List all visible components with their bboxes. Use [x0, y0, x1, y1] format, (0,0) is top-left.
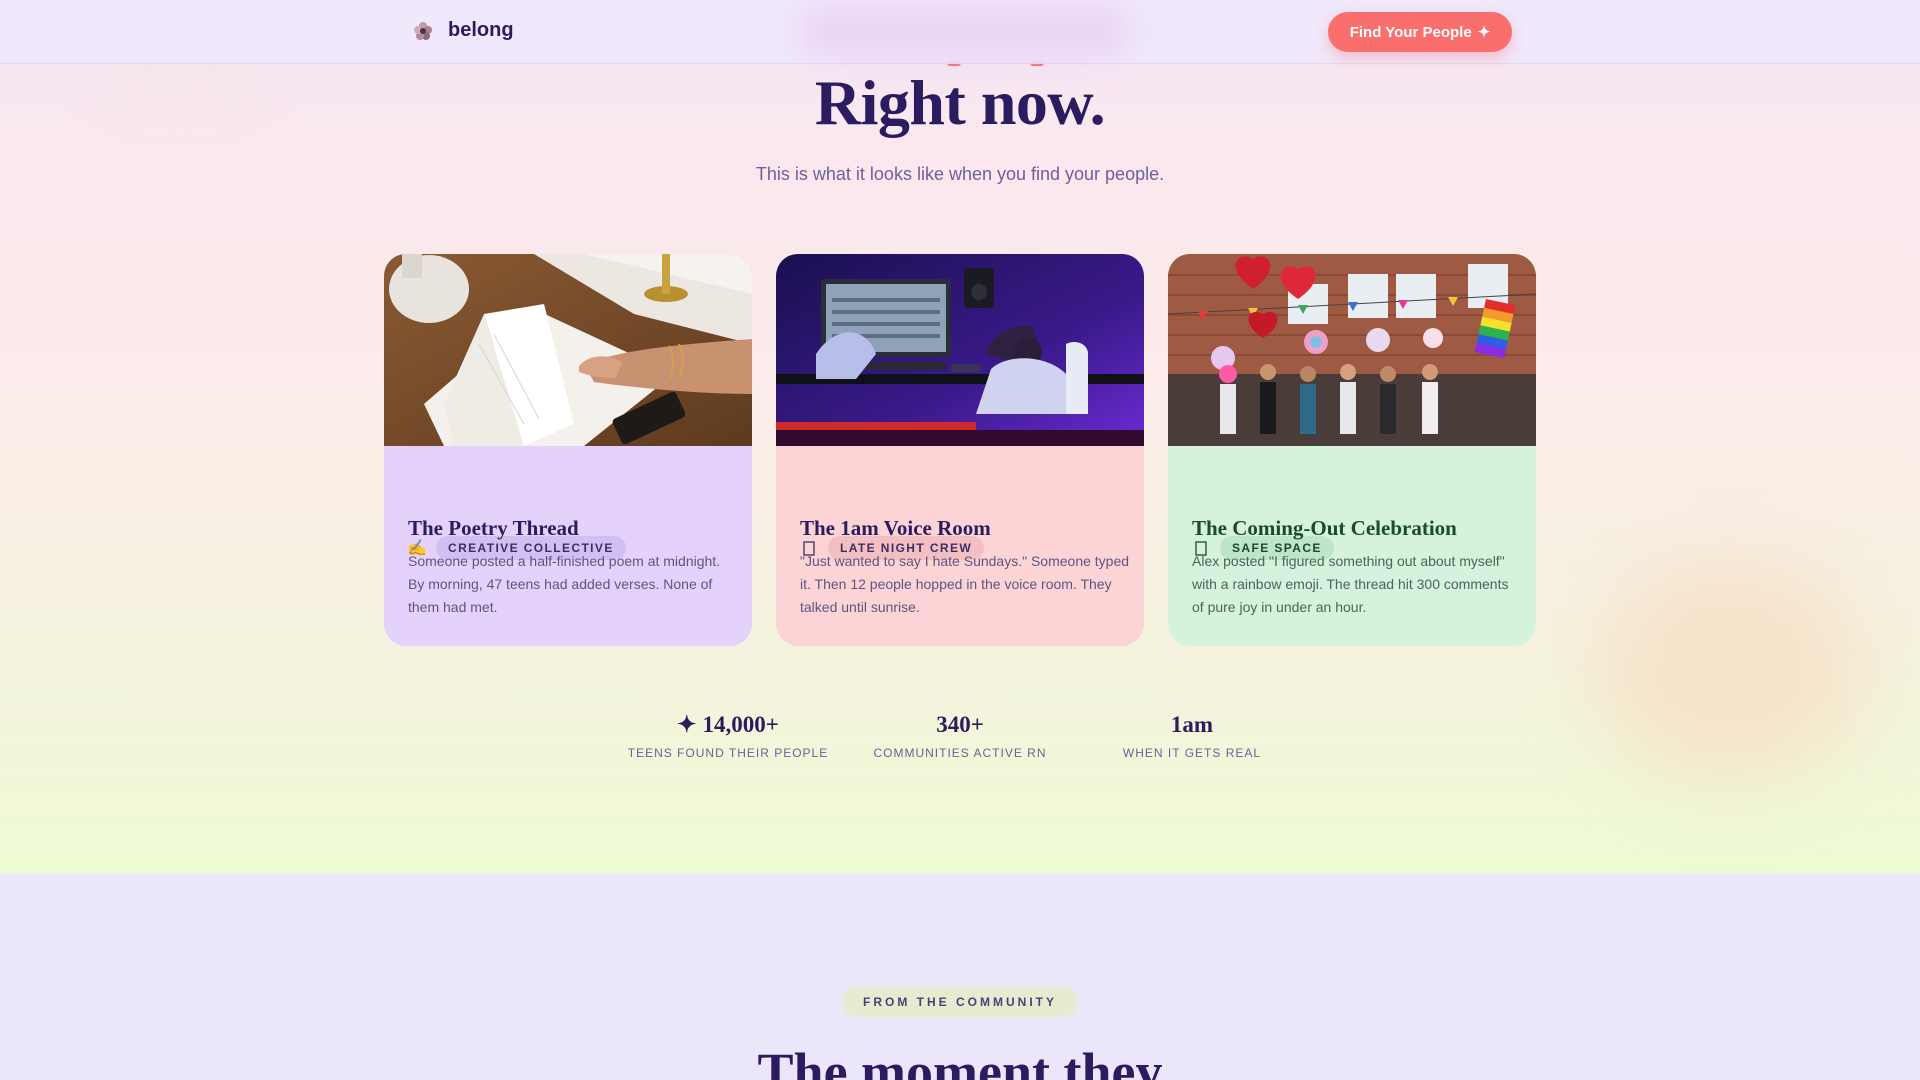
card-description: Someone posted a half-finished poem at m… — [408, 553, 721, 615]
stat-number: 14,000+ — [702, 712, 779, 737]
stat-value: 1am — [1082, 712, 1302, 738]
hero-subtitle: This is what it looks like when you find… — [755, 164, 1165, 184]
stat-number: 1am — [1170, 712, 1214, 737]
decorative-glow — [800, 6, 1130, 58]
hero-title: Right now. — [814, 67, 1106, 138]
story-card-voice-room[interactable]: LATE NIGHT CREW The 1am Voice Room "Just… — [776, 254, 1144, 646]
card-photo-pride-parade — [1168, 254, 1536, 446]
decorative-glow — [1600, 560, 1860, 780]
stat-label: COMMUNITIES ACTIVE RN — [873, 746, 1047, 760]
section-eyebrow-badge: FROM THE COMMUNITY — [842, 987, 1078, 1017]
stat-teens-found: ✦ 14,000+ TEENS FOUND THEIR PEOPLE — [618, 712, 838, 760]
story-card-poetry-thread[interactable]: ✍ CREATIVE COLLECTIVE The Poetry Thread … — [384, 254, 752, 646]
stat-number: 340+ — [936, 712, 984, 737]
stat-communities-active: 340+ COMMUNITIES ACTIVE RN — [850, 712, 1070, 760]
brand-name: belong — [448, 19, 514, 41]
stat-when-it-gets-real: 1am WHEN IT GETS REAL — [1082, 712, 1302, 760]
card-title: The Poetry Thread — [408, 516, 579, 540]
stat-label: WHEN IT GETS REAL — [1122, 746, 1262, 760]
sparkle-icon: ✦ — [677, 712, 697, 737]
sparkle-icon: ✦ — [1477, 24, 1491, 41]
navbar: belong Find Your People ✦ — [0, 0, 1920, 64]
flower-logo-icon — [414, 21, 432, 40]
card-photo-gamer-desk — [776, 254, 1144, 446]
stat-value: ✦ 14,000+ — [618, 712, 838, 738]
card-title: The Coming-Out Celebration — [1192, 516, 1457, 540]
stat-label: TEENS FOUND THEIR PEOPLE — [627, 746, 829, 760]
cta-label: Find Your People — [1349, 23, 1472, 41]
card-photo-open-notebook — [384, 254, 752, 446]
card-description: Alex posted "I figured something out abo… — [1192, 553, 1509, 615]
community-heading: The moment they — [757, 1042, 1163, 1080]
find-your-people-button[interactable]: Find Your People ✦ — [1328, 12, 1512, 52]
card-title: The 1am Voice Room — [800, 516, 991, 540]
brand-logo-link[interactable]: belong — [412, 19, 514, 42]
stat-value: 340+ — [850, 712, 1070, 738]
card-description: "Just wanted to say I hate Sundays." Som… — [800, 553, 1130, 615]
story-card-coming-out-celebration[interactable]: SAFE SPACE The Coming-Out Celebration Al… — [1168, 254, 1536, 646]
